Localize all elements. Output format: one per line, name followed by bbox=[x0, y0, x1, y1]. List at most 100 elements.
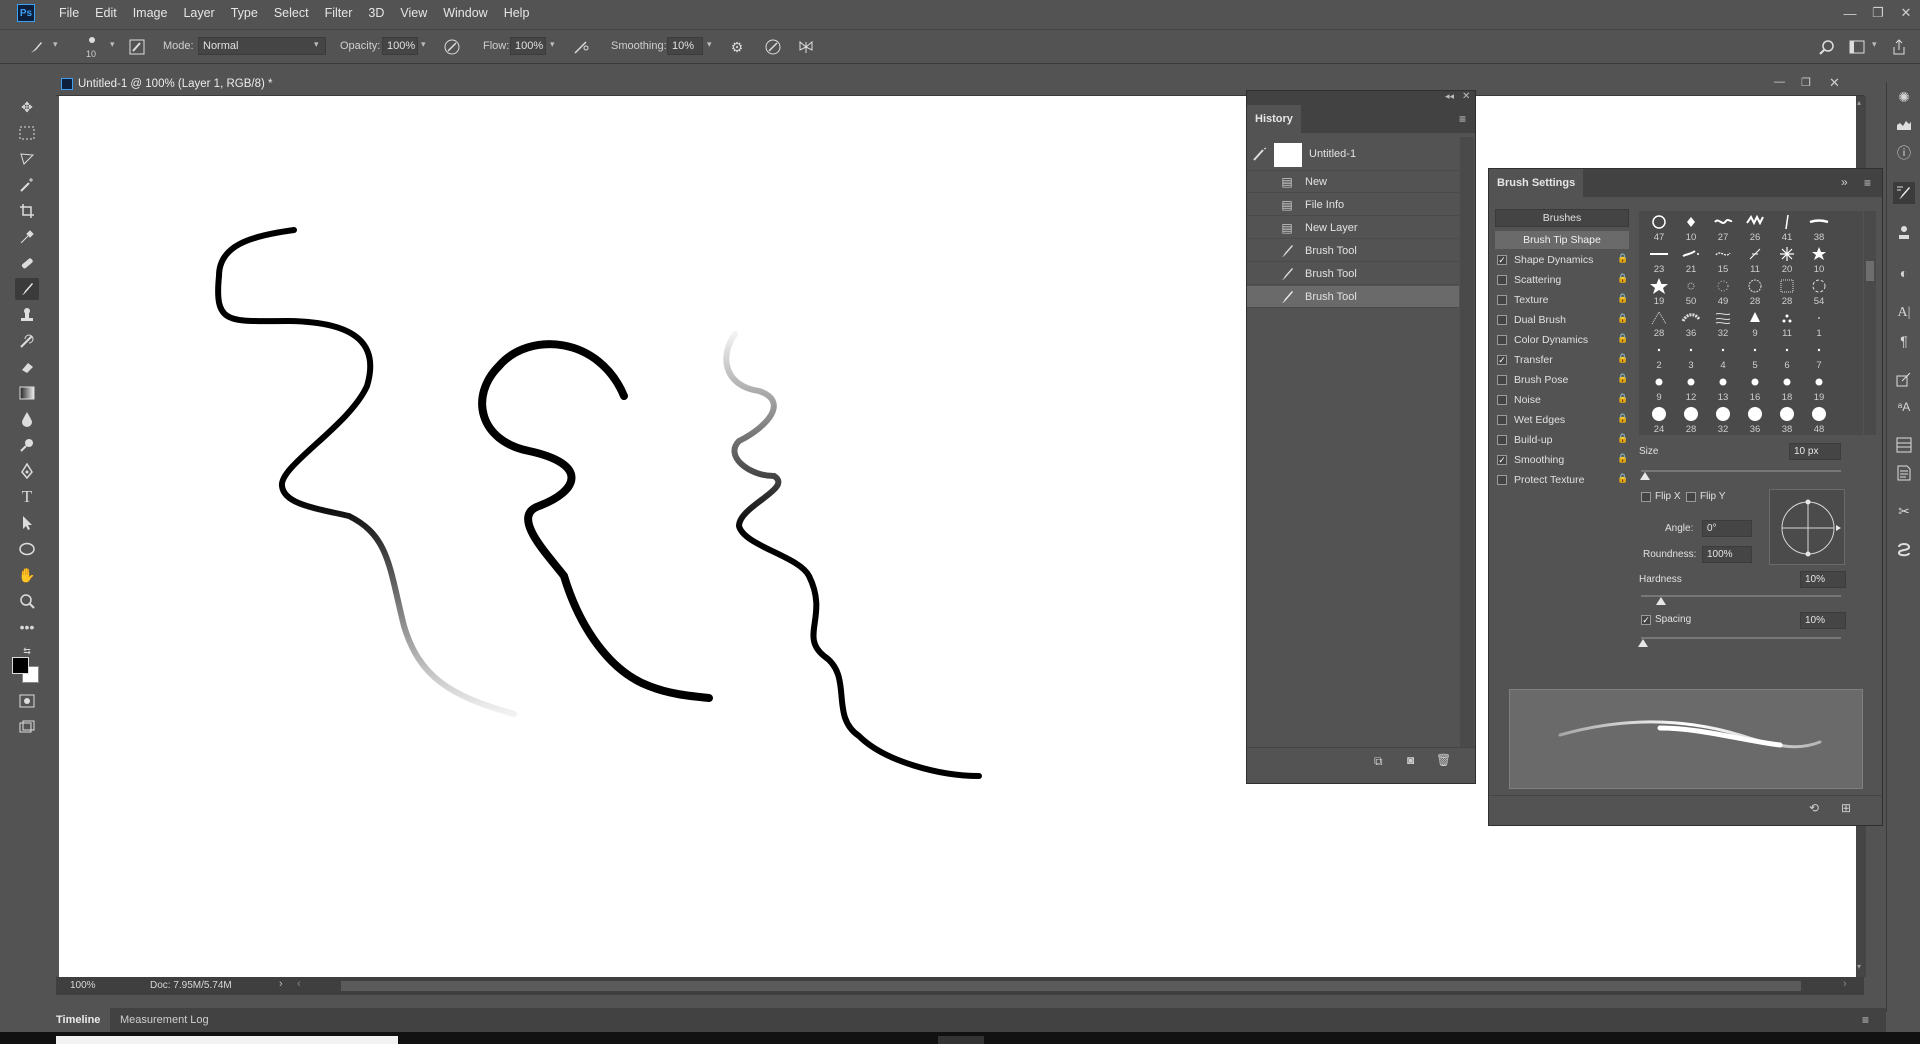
properties-icon[interactable] bbox=[1893, 462, 1915, 484]
status-menu-arrow-icon[interactable]: › bbox=[279, 978, 283, 990]
zoom-level[interactable]: 100% bbox=[70, 980, 96, 991]
tool-presets-icon[interactable]: ✂ bbox=[1893, 500, 1915, 522]
history-item-selected[interactable]: Brush Tool bbox=[1247, 286, 1459, 308]
healing-brush-tool-icon[interactable] bbox=[15, 252, 39, 274]
minimize-button[interactable]: — bbox=[1836, 0, 1864, 26]
brush-tip-preset[interactable]: 38 bbox=[1804, 213, 1834, 245]
trash-icon[interactable]: 🗑 bbox=[1436, 753, 1451, 767]
foreground-color-swatch[interactable] bbox=[12, 657, 29, 674]
lock-icon[interactable]: 🔒 bbox=[1617, 273, 1628, 284]
navigator-icon[interactable]: ✺ bbox=[1893, 86, 1915, 108]
brush-tip-preset[interactable]: 28 bbox=[1676, 405, 1706, 437]
eraser-tool-icon[interactable] bbox=[15, 356, 39, 378]
path-selection-tool-icon[interactable] bbox=[15, 512, 39, 534]
scroll-up-icon[interactable]: ▴ bbox=[1857, 98, 1861, 107]
brush-option-checkbox[interactable] bbox=[1497, 335, 1507, 345]
screen-mode-icon[interactable] bbox=[15, 716, 39, 738]
brush-tip-preset[interactable]: 19 bbox=[1804, 373, 1834, 405]
marquee-tool-icon[interactable] bbox=[15, 122, 39, 144]
brush-tip-preset[interactable]: 15 bbox=[1708, 245, 1738, 277]
brush-tip-preset[interactable]: 27 bbox=[1708, 213, 1738, 245]
paragraph-icon[interactable]: ¶ bbox=[1893, 330, 1915, 352]
magic-wand-tool-icon[interactable] bbox=[15, 174, 39, 196]
brush-tip-preset[interactable]: 10 bbox=[1676, 213, 1706, 245]
brush-option-checkbox[interactable]: ✓ bbox=[1497, 355, 1507, 365]
brush-tip-preset[interactable]: 28 bbox=[1740, 277, 1770, 309]
brush-option-checkbox[interactable] bbox=[1497, 295, 1507, 305]
brush-tip-preset[interactable]: 20 bbox=[1772, 245, 1802, 277]
brush-settings-tab[interactable]: Brush Settings bbox=[1489, 169, 1584, 197]
brush-preset-icon[interactable] bbox=[26, 36, 48, 58]
size-input[interactable]: 10 px bbox=[1789, 443, 1841, 460]
size-slider-knob[interactable] bbox=[1640, 472, 1650, 480]
brush-option-wet-edges[interactable]: Wet Edges 🔒 bbox=[1495, 411, 1631, 430]
ellipse-tool-icon[interactable] bbox=[15, 538, 39, 560]
brush-option-smoothing[interactable]: ✓ Smoothing 🔒 bbox=[1495, 451, 1631, 470]
lock-icon[interactable]: 🔒 bbox=[1617, 333, 1628, 344]
tip-grid-scroll-thumb[interactable] bbox=[1866, 261, 1874, 281]
opacity-input[interactable]: 100% bbox=[382, 37, 418, 55]
brush-option-checkbox[interactable]: ✓ bbox=[1497, 255, 1507, 265]
lock-icon[interactable]: 🔒 bbox=[1617, 353, 1628, 364]
info-icon[interactable]: ⓘ bbox=[1893, 142, 1915, 164]
symmetry-butterfly-icon[interactable] bbox=[795, 36, 817, 58]
menu-view[interactable]: View bbox=[392, 0, 435, 26]
brush-tip-preset[interactable]: 3 bbox=[1676, 341, 1706, 373]
create-new-brush-icon[interactable]: ⊞ bbox=[1841, 801, 1851, 815]
flip-y-checkbox[interactable] bbox=[1686, 492, 1696, 502]
smoothing-input[interactable]: 10% bbox=[667, 37, 703, 55]
brush-option-dual-brush[interactable]: Dual Brush 🔒 bbox=[1495, 311, 1631, 330]
eyedropper-tool-icon[interactable] bbox=[15, 226, 39, 248]
restore-button[interactable]: ❐ bbox=[1864, 0, 1892, 26]
brush-option-checkbox[interactable] bbox=[1497, 395, 1507, 405]
airbrush-icon[interactable] bbox=[570, 36, 592, 58]
brush-settings-panel-icon[interactable] bbox=[1893, 182, 1915, 204]
history-item[interactable]: ▤ New Layer bbox=[1247, 217, 1459, 239]
lock-icon[interactable]: 🔒 bbox=[1617, 373, 1628, 384]
doc-minimize-button[interactable]: — bbox=[1774, 76, 1785, 88]
brush-tip-preset[interactable]: 6 bbox=[1772, 341, 1802, 373]
brush-tip-preset[interactable]: 49 bbox=[1708, 277, 1738, 309]
adjustments-icon[interactable]: ◐ bbox=[1893, 262, 1915, 284]
scroll-right-icon[interactable]: › bbox=[1843, 978, 1847, 990]
chevron-down-icon[interactable]: ▾ bbox=[1872, 39, 1877, 50]
brush-tip-preview-icon[interactable] bbox=[86, 34, 98, 46]
clone-source-icon[interactable] bbox=[1893, 222, 1915, 244]
gradient-tool-icon[interactable] bbox=[15, 382, 39, 404]
menu-3d[interactable]: 3D bbox=[360, 0, 392, 26]
brush-tip-preset[interactable]: 9 bbox=[1740, 309, 1770, 341]
taskbar-search-box[interactable] bbox=[56, 1036, 398, 1044]
snapshot-camera-icon[interactable]: ◙ bbox=[1407, 753, 1414, 767]
history-brush-tool-icon[interactable] bbox=[15, 330, 39, 352]
menu-type[interactable]: Type bbox=[223, 0, 266, 26]
panel-menu-icon[interactable]: ≡ bbox=[1459, 112, 1466, 126]
hardness-slider-track[interactable] bbox=[1641, 595, 1841, 597]
spacing-slider-track[interactable] bbox=[1641, 637, 1841, 639]
layers-icon[interactable] bbox=[1893, 434, 1915, 456]
history-item[interactable]: ▤ File Info bbox=[1247, 194, 1459, 216]
brush-tip-preset[interactable]: 19 bbox=[1644, 277, 1674, 309]
brush-tip-preset[interactable]: 54 bbox=[1804, 277, 1834, 309]
brush-tip-preset[interactable]: 18 bbox=[1772, 373, 1802, 405]
new-document-from-state-icon[interactable]: ⧉ bbox=[1374, 754, 1383, 769]
lock-icon[interactable]: 🔒 bbox=[1617, 473, 1628, 484]
brush-tool-icon[interactable] bbox=[15, 278, 39, 300]
brush-option-protect-texture[interactable]: Protect Texture 🔒 bbox=[1495, 471, 1631, 490]
brush-tip-preset[interactable]: 11 bbox=[1740, 245, 1770, 277]
spacing-slider-knob[interactable] bbox=[1638, 639, 1648, 647]
history-snapshot[interactable]: Untitled-1 bbox=[1247, 137, 1459, 171]
menu-layer[interactable]: Layer bbox=[175, 0, 222, 26]
brush-option-checkbox[interactable] bbox=[1497, 415, 1507, 425]
scroll-down-icon[interactable]: ▾ bbox=[1857, 962, 1861, 971]
history-brush-source-icon[interactable] bbox=[1253, 147, 1267, 161]
spacing-checkbox[interactable]: ✓ bbox=[1641, 615, 1651, 625]
chevron-down-icon[interactable]: ▾ bbox=[707, 39, 712, 50]
brush-option-checkbox[interactable] bbox=[1497, 315, 1507, 325]
move-tool-icon[interactable]: ✥ bbox=[15, 96, 39, 118]
panel-menu-icon[interactable]: ≡ bbox=[1862, 1013, 1869, 1027]
clone-stamp-tool-icon[interactable] bbox=[15, 304, 39, 326]
document-tab[interactable]: Untitled-1 @ 100% (Layer 1, RGB/8) * — ❐… bbox=[56, 72, 1864, 96]
smoothing-options-gear-icon[interactable]: ⚙ bbox=[726, 36, 748, 58]
brush-option-transfer[interactable]: ✓ Transfer 🔒 bbox=[1495, 351, 1631, 370]
menu-image[interactable]: Image bbox=[125, 0, 176, 26]
